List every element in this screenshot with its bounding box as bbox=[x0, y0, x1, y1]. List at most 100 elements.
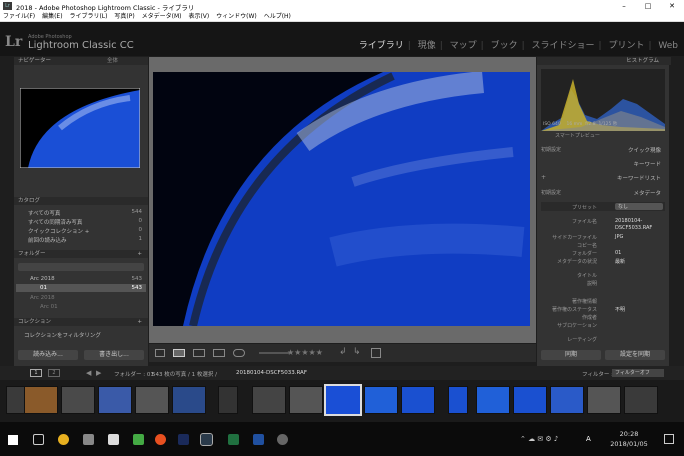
people-view-icon[interactable] bbox=[233, 349, 245, 357]
catalog-synced-photos[interactable]: すべての同期済み写真 bbox=[28, 218, 82, 226]
thumbnail[interactable] bbox=[587, 386, 621, 414]
store-icon[interactable] bbox=[83, 434, 94, 445]
line-icon[interactable] bbox=[133, 434, 144, 445]
thumbnail-selected[interactable] bbox=[324, 384, 362, 416]
menu-library[interactable]: ライブラリ(L) bbox=[69, 13, 107, 20]
ubuntu-icon[interactable] bbox=[155, 434, 166, 445]
photoshop-icon[interactable] bbox=[178, 434, 189, 445]
import-button[interactable]: 読み込み... bbox=[18, 350, 78, 360]
minimize-button[interactable]: – bbox=[612, 0, 636, 12]
collections-header[interactable]: コレクション + bbox=[14, 318, 148, 326]
module-print[interactable]: プリント bbox=[608, 41, 644, 51]
meta-value[interactable]: 01 bbox=[615, 250, 621, 256]
ime-indicator[interactable]: A bbox=[586, 435, 591, 443]
menu-edit[interactable]: 編集(E) bbox=[42, 13, 62, 20]
forward-arrow-icon[interactable]: ▶ bbox=[96, 369, 101, 377]
thumbnail[interactable] bbox=[476, 386, 510, 414]
catalog-all-photos[interactable]: すべての写真 bbox=[28, 209, 60, 217]
menu-view[interactable]: 表示(V) bbox=[188, 13, 209, 20]
survey-view-icon[interactable] bbox=[213, 349, 225, 357]
add-collection-icon[interactable]: + bbox=[137, 318, 142, 326]
metadata-header[interactable]: メタデータ bbox=[633, 189, 661, 197]
loupe-view-icon[interactable] bbox=[173, 349, 185, 357]
onedrive-icon[interactable] bbox=[277, 434, 288, 445]
thumbnail[interactable] bbox=[218, 386, 238, 414]
rotate-right-icon[interactable]: ↳ bbox=[353, 347, 361, 357]
navigator-header[interactable]: ナビゲーター 全体 bbox=[14, 57, 148, 65]
keywording-header[interactable]: キーワード bbox=[633, 160, 661, 168]
notification-icon[interactable] bbox=[664, 434, 674, 444]
module-library[interactable]: ライブラリ bbox=[359, 41, 404, 51]
folder-search[interactable] bbox=[18, 263, 144, 271]
clock-time[interactable]: 20:28 bbox=[608, 430, 650, 438]
module-book[interactable]: ブック bbox=[491, 41, 518, 51]
menu-metadata[interactable]: メタデータ(M) bbox=[142, 13, 182, 20]
thumbnail[interactable] bbox=[401, 386, 435, 414]
export-button[interactable]: 書き出し... bbox=[84, 350, 144, 360]
quick-develop-header[interactable]: クイック現像 bbox=[628, 146, 661, 154]
excel-icon[interactable] bbox=[228, 434, 239, 445]
chrome-icon[interactable] bbox=[58, 434, 69, 445]
meta-value[interactable]: 不明 bbox=[615, 306, 625, 313]
source-path[interactable]: フォルダー : 01 bbox=[114, 370, 154, 378]
task-view-icon[interactable] bbox=[33, 434, 44, 445]
page-1-button[interactable]: 1 bbox=[30, 369, 42, 377]
navigator-preview[interactable] bbox=[20, 88, 140, 168]
sync-button[interactable]: 同期 bbox=[541, 350, 601, 360]
menu-photo[interactable]: 写真(P) bbox=[114, 13, 134, 20]
rotate-left-icon[interactable]: ↲ bbox=[339, 347, 347, 357]
thumbnail[interactable] bbox=[61, 386, 95, 414]
menu-window[interactable]: ウィンドウ(W) bbox=[216, 13, 257, 20]
folder-item[interactable]: Arc 01 bbox=[40, 304, 58, 310]
meta-value[interactable]: 20180104- bbox=[615, 218, 642, 224]
catalog-previous-import[interactable]: 前回の読み込み bbox=[28, 236, 67, 244]
catalog-header[interactable]: カタログ bbox=[14, 197, 148, 205]
close-button[interactable]: ✕ bbox=[660, 0, 684, 12]
meta-value[interactable]: DSCF5033.RAF bbox=[615, 225, 652, 231]
system-tray-icons[interactable]: ⌃ ☁ ✉ ⚙ ♪ bbox=[520, 435, 558, 443]
thumbnail[interactable] bbox=[448, 386, 468, 414]
folders-header[interactable]: フォルダー + bbox=[14, 250, 148, 258]
sync-settings-button[interactable]: 設定を同期 bbox=[605, 350, 665, 360]
module-map[interactable]: マップ bbox=[450, 41, 477, 51]
keyword-list-header[interactable]: キーワードリスト bbox=[617, 174, 661, 182]
preset-select[interactable]: なし bbox=[615, 203, 663, 210]
add-keyword-icon[interactable]: + bbox=[541, 174, 546, 181]
folder-item[interactable]: Arc 2018 bbox=[30, 276, 55, 282]
add-folder-icon[interactable]: + bbox=[137, 250, 142, 258]
menu-file[interactable]: ファイル(F) bbox=[3, 13, 35, 20]
catalog-quick-collection[interactable]: クイックコレクション + bbox=[28, 227, 89, 235]
windows-start-icon[interactable] bbox=[8, 435, 18, 445]
saved-preset-select[interactable]: 初期設定 bbox=[541, 146, 561, 153]
module-develop[interactable]: 現像 bbox=[418, 41, 436, 51]
main-photo[interactable] bbox=[153, 72, 530, 326]
thumbnail[interactable] bbox=[624, 386, 658, 414]
word-icon[interactable] bbox=[253, 434, 264, 445]
metadata-preset-select[interactable]: 初期設定 bbox=[541, 189, 561, 196]
thumbnail[interactable] bbox=[172, 386, 206, 414]
grid-view-icon[interactable] bbox=[155, 349, 165, 357]
back-arrow-icon[interactable]: ◀ bbox=[86, 369, 91, 377]
thumbnail[interactable] bbox=[252, 386, 286, 414]
menu-help[interactable]: ヘルプ(H) bbox=[264, 13, 291, 20]
page-2-button[interactable]: 2 bbox=[48, 369, 60, 377]
filter-select[interactable]: フィルターオフ bbox=[612, 369, 664, 377]
clock-date[interactable]: 2018/01/05 bbox=[608, 440, 650, 448]
folder-item[interactable]: Arc 2018 bbox=[30, 295, 55, 301]
thumbnail[interactable] bbox=[135, 386, 169, 414]
thumbnail[interactable] bbox=[364, 386, 398, 414]
lightroom-taskbar-icon[interactable] bbox=[200, 433, 213, 446]
thumbnail[interactable] bbox=[550, 386, 584, 414]
compare-view-icon[interactable] bbox=[193, 349, 205, 357]
mail-icon[interactable] bbox=[108, 434, 119, 445]
crop-icon[interactable] bbox=[371, 348, 381, 358]
module-web[interactable]: Web bbox=[658, 41, 678, 51]
module-slideshow[interactable]: スライドショー bbox=[532, 41, 595, 51]
thumbnail[interactable] bbox=[513, 386, 547, 414]
maximize-button[interactable]: □ bbox=[636, 0, 660, 12]
folder-item-selected[interactable]: 01 bbox=[40, 285, 47, 291]
thumbnail[interactable] bbox=[24, 386, 58, 414]
thumbnail[interactable] bbox=[289, 386, 323, 414]
rating-stars-icon[interactable]: ★★★★★ bbox=[287, 348, 323, 357]
histogram-header[interactable]: ヒストグラム bbox=[537, 57, 671, 65]
